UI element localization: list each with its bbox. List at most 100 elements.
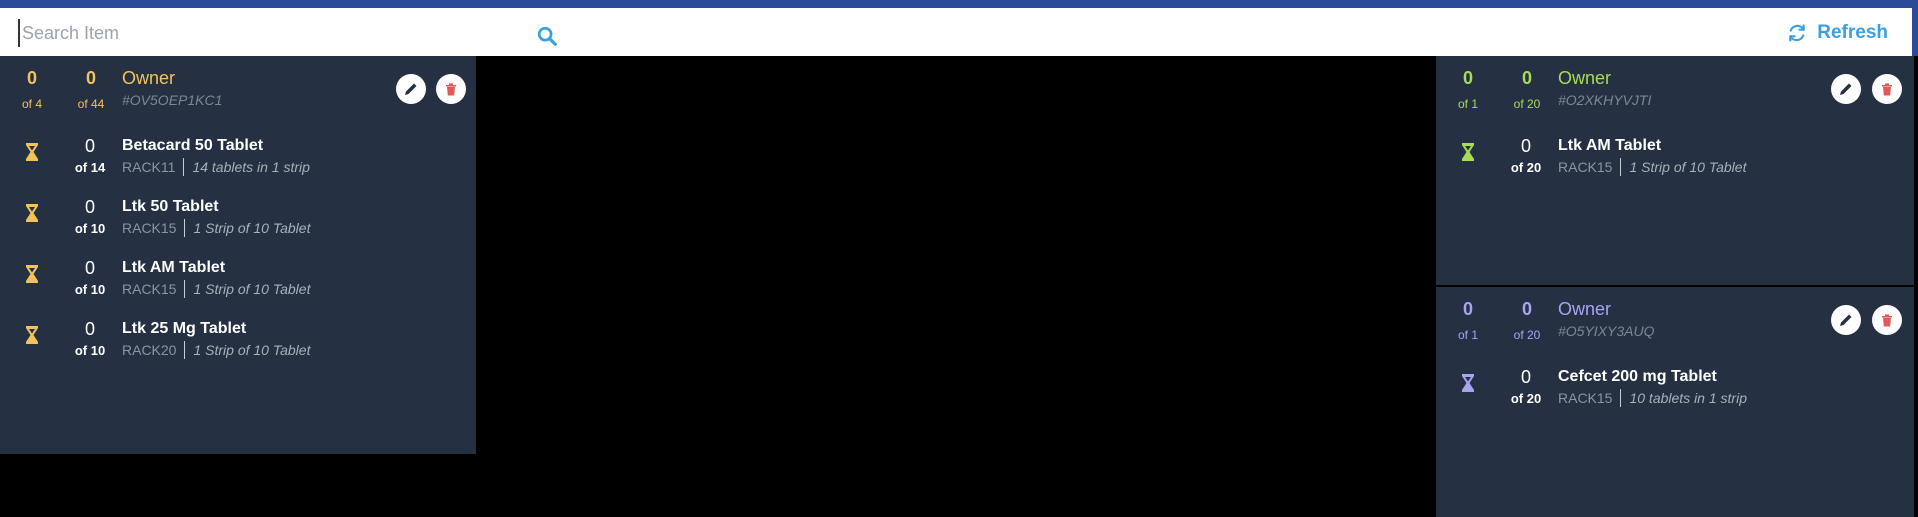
trash-icon xyxy=(1882,83,1892,96)
order-header: 0 of 4 0 of 44 Owner #OV5OEP1KC1 xyxy=(0,68,476,128)
item-quantity: 0 of 14 xyxy=(60,136,120,176)
item-rack: RACK15 xyxy=(1558,158,1622,176)
order-header: 0 of 1 0 of 20 Owner #O5YIXY3AUQ xyxy=(1436,299,1914,359)
edit-button[interactable] xyxy=(1831,305,1861,335)
owner-block: Owner #O2XKHYVJTI xyxy=(1558,68,1651,108)
pencil-icon xyxy=(1840,314,1852,326)
item-count: 0 of 4 xyxy=(2,68,62,112)
item-count: 0 of 1 xyxy=(1438,299,1498,343)
order-card: 0 of 1 0 of 20 Owner #O5YIXY3AUQ 0 of 20… xyxy=(1436,287,1914,517)
hourglass-icon xyxy=(26,326,38,344)
quantity-total: of 44 xyxy=(77,97,105,111)
quantity-done: 0 xyxy=(1521,68,1532,88)
item-count-done: 0 xyxy=(1462,68,1473,88)
item-count-total: of 1 xyxy=(1457,328,1478,342)
item-count: 0 of 1 xyxy=(1438,68,1498,112)
item-name: Ltk 50 Tablet xyxy=(122,198,219,215)
quantity-count: 0 of 44 xyxy=(61,68,121,112)
item-name: Ltk 25 Mg Tablet xyxy=(122,320,247,337)
hourglass-icon xyxy=(1462,374,1474,392)
owner-block: Owner #O5YIXY3AUQ xyxy=(1558,299,1655,339)
search-input[interactable] xyxy=(18,19,524,47)
list-item[interactable]: 0 of 20 Cefcet 200 mg Tablet RACK15 10 t… xyxy=(1436,367,1914,417)
item-required: of 10 xyxy=(74,343,106,358)
item-required: of 10 xyxy=(74,221,106,236)
item-meta: RACK20 1 Strip of 10 Tablet xyxy=(122,341,310,359)
item-required: of 20 xyxy=(1510,160,1542,175)
item-name: Cefcet 200 mg Tablet xyxy=(1558,368,1717,385)
item-required: of 10 xyxy=(74,282,106,297)
item-meta: RACK15 1 Strip of 10 Tablet xyxy=(122,219,310,237)
refresh-button[interactable]: Refresh xyxy=(1787,20,1888,46)
quantity-total: of 20 xyxy=(1513,328,1541,342)
owner-block: Owner #OV5OEP1KC1 xyxy=(122,68,222,108)
item-rack: RACK15 xyxy=(1558,389,1622,407)
item-pack: 1 Strip of 10 Tablet xyxy=(193,220,311,236)
item-count-total: of 4 xyxy=(21,97,42,111)
hourglass-icon xyxy=(26,204,38,222)
list-item[interactable]: 0 of 10 Ltk 50 Tablet RACK15 1 Strip of … xyxy=(0,197,476,247)
item-picked: 0 xyxy=(1520,367,1531,387)
order-card: 0 of 4 0 of 44 Owner #OV5OEP1KC1 0 of 14… xyxy=(0,56,476,454)
owner-name: Owner xyxy=(122,68,176,88)
delete-button[interactable] xyxy=(1872,305,1902,335)
quantity-done: 0 xyxy=(1521,299,1532,319)
top-accent-bar xyxy=(0,0,1918,8)
item-picked: 0 xyxy=(84,319,95,339)
item-required: of 14 xyxy=(74,160,106,175)
trash-icon xyxy=(446,83,456,96)
pencil-icon xyxy=(1840,83,1852,95)
item-picked: 0 xyxy=(84,197,95,217)
edit-button[interactable] xyxy=(396,74,426,104)
list-item[interactable]: 0 of 10 Ltk 25 Mg Tablet RACK20 1 Strip … xyxy=(0,319,476,369)
trash-icon xyxy=(1882,314,1892,327)
list-item[interactable]: 0 of 10 Ltk AM Tablet RACK15 1 Strip of … xyxy=(0,258,476,308)
item-meta: RACK15 10 tablets in 1 strip xyxy=(1558,389,1747,407)
search-icon[interactable] xyxy=(536,25,558,47)
item-rack: RACK15 xyxy=(122,280,186,298)
search-bar: Refresh xyxy=(0,8,1918,56)
item-meta: RACK15 1 Strip of 10 Tablet xyxy=(1558,158,1746,176)
item-pack: 1 Strip of 10 Tablet xyxy=(193,281,311,297)
item-count-total: of 1 xyxy=(1457,97,1478,111)
owner-name: Owner xyxy=(1558,299,1612,319)
list-item[interactable]: 0 of 14 Betacard 50 Tablet RACK11 14 tab… xyxy=(0,136,476,186)
item-quantity: 0 of 20 xyxy=(1496,367,1556,407)
delete-button[interactable] xyxy=(1872,74,1902,104)
item-rack: RACK11 xyxy=(122,158,185,176)
refresh-icon xyxy=(1789,24,1805,42)
pencil-icon xyxy=(405,83,417,95)
order-code: #O5YIXY3AUQ xyxy=(1558,323,1655,339)
order-card: 0 of 1 0 of 20 Owner #O2XKHYVJTI 0 of 20… xyxy=(1436,56,1914,285)
item-pack: 10 tablets in 1 strip xyxy=(1629,390,1747,406)
item-pack: 14 tablets in 1 strip xyxy=(192,159,310,175)
hourglass-icon xyxy=(1462,143,1474,161)
refresh-label: Refresh xyxy=(1817,22,1888,43)
item-picked: 0 xyxy=(84,258,95,278)
item-name: Betacard 50 Tablet xyxy=(122,137,264,154)
item-picked: 0 xyxy=(1520,136,1531,156)
order-code: #OV5OEP1KC1 xyxy=(122,92,223,108)
item-name: Ltk AM Tablet xyxy=(1558,137,1662,154)
item-pack: 1 Strip of 10 Tablet xyxy=(193,342,311,358)
hourglass-icon xyxy=(26,143,38,161)
item-meta: RACK15 1 Strip of 10 Tablet xyxy=(122,280,310,298)
hourglass-icon xyxy=(26,265,38,283)
item-picked: 0 xyxy=(84,136,95,156)
list-item[interactable]: 0 of 20 Ltk AM Tablet RACK15 1 Strip of … xyxy=(1436,136,1914,186)
quantity-total: of 20 xyxy=(1513,97,1541,111)
delete-button[interactable] xyxy=(436,74,466,104)
item-quantity: 0 of 20 xyxy=(1496,136,1556,176)
item-quantity: 0 of 10 xyxy=(60,197,120,237)
order-code: #O2XKHYVJTI xyxy=(1558,92,1652,108)
edit-button[interactable] xyxy=(1831,74,1861,104)
quantity-count: 0 of 20 xyxy=(1497,68,1557,112)
owner-name: Owner xyxy=(1558,68,1612,88)
item-rack: RACK20 xyxy=(122,341,186,359)
item-name: Ltk AM Tablet xyxy=(122,259,226,276)
item-count-done: 0 xyxy=(26,68,37,88)
quantity-count: 0 of 20 xyxy=(1497,299,1557,343)
item-count-done: 0 xyxy=(1462,299,1473,319)
quantity-done: 0 xyxy=(85,68,96,88)
order-header: 0 of 1 0 of 20 Owner #O2XKHYVJTI xyxy=(1436,68,1914,128)
